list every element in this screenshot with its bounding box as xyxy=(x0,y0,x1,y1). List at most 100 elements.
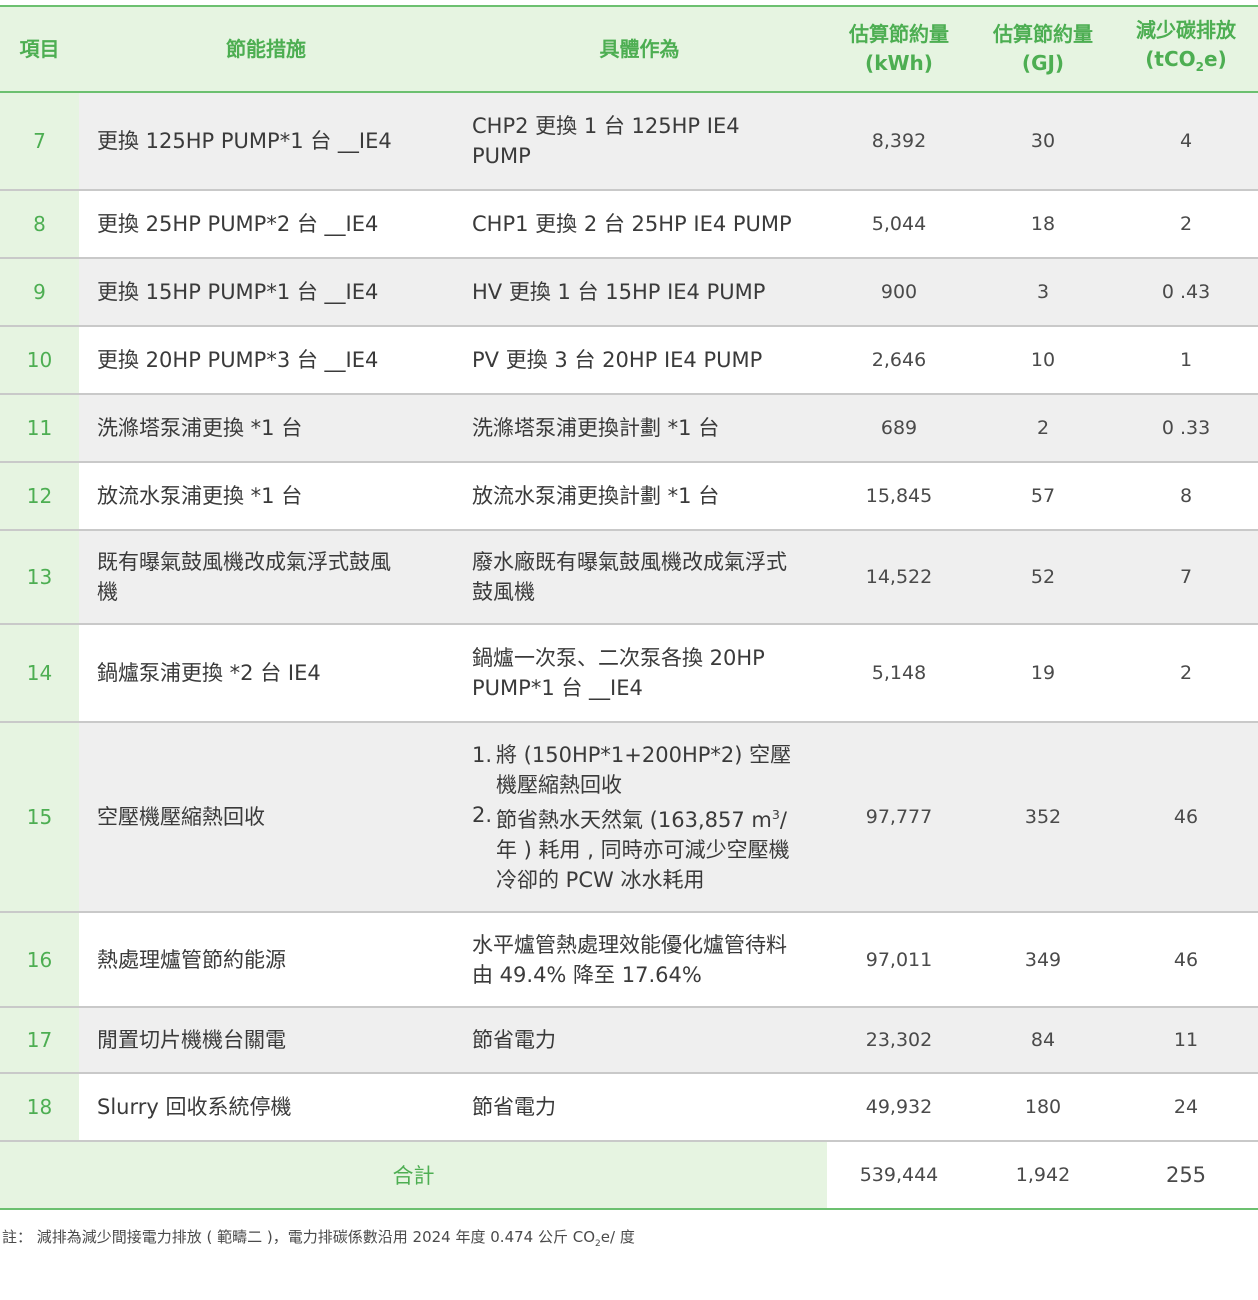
kwh-cell: 97,777 xyxy=(865,806,933,828)
action-cell: 水平爐管熱處理效能優化爐管待料由 49.4% 降至 17.64% xyxy=(472,932,787,987)
row-number: 8 xyxy=(0,191,79,257)
row-number: 16 xyxy=(0,913,79,1006)
gj-cell: 84 xyxy=(1030,1029,1056,1051)
measure-cell: 更換 20HP PUMP*3 台 __IE4 xyxy=(97,348,379,372)
action-cell: CHP1 更換 2 台 25HP IE4 PUMP xyxy=(472,212,792,236)
action-cell: 鍋爐一次泵、二次泵各換 20HP PUMP*1 台 __IE4 xyxy=(472,646,765,700)
row-number: 7 xyxy=(0,93,79,189)
header-co2: 減少碳排放 (tCO2e) xyxy=(1136,18,1236,74)
gj-cell: 3 xyxy=(1036,281,1050,303)
measure-cell: 更換 25HP PUMP*2 台 __IE4 xyxy=(97,212,379,236)
gj-cell: 57 xyxy=(1030,485,1056,507)
gj-cell: 30 xyxy=(1030,130,1056,152)
action-cell: 放流水泵浦更換計劃 *1 台 xyxy=(472,484,720,508)
measure-cell: 鍋爐泵浦更換 *2 台 IE4 xyxy=(97,661,321,685)
header-action: 具體作為 xyxy=(599,36,680,61)
table-row: 13 既有曝氣鼓風機改成氣浮式鼓風機 廢水廠既有曝氣鼓風機改成氣浮式鼓風機 14… xyxy=(0,531,1258,625)
row-number: 18 xyxy=(0,1074,79,1140)
table-row: 9 更換 15HP PUMP*1 台 __IE4 HV 更換 1 台 15HP … xyxy=(0,259,1258,327)
measure-cell: 既有曝氣鼓風機改成氣浮式鼓風機 xyxy=(97,550,391,604)
action-cell: 1. 將 (150HP*1+200HP*2) 空壓機壓縮熱回收 2. 節省熱水天… xyxy=(472,723,822,911)
action-list-item: 1. 將 (150HP*1+200HP*2) 空壓機壓縮熱回收 xyxy=(472,742,792,797)
co2-cell: 0 .33 xyxy=(1161,417,1211,439)
table-row: 12 放流水泵浦更換 *1 台 放流水泵浦更換計劃 *1 台 15,845 57… xyxy=(0,463,1258,531)
measure-cell: 更換 15HP PUMP*1 台 __IE4 xyxy=(97,280,379,304)
table-row: 8 更換 25HP PUMP*2 台 __IE4 CHP1 更換 2 台 25H… xyxy=(0,191,1258,259)
gj-cell: 352 xyxy=(1024,806,1062,828)
co2-cell: 1 xyxy=(1179,349,1193,371)
action-list: 1. 將 (150HP*1+200HP*2) 空壓機壓縮熱回收 2. 節省熱水天… xyxy=(472,740,807,895)
co2-cell: 4 xyxy=(1179,130,1193,152)
table-row: 7 更換 125HP PUMP*1 台 __IE4 CHP2 更換 1 台 12… xyxy=(0,93,1258,191)
bottom-rule xyxy=(0,1208,1258,1210)
action-list-item: 2. 節省熱水天然氣 (163,857 m3/年 ) 耗用 , 同時亦可減少空壓… xyxy=(472,802,790,892)
action-cell: 洗滌塔泵浦更換計劃 *1 台 xyxy=(472,416,720,440)
row-number: 12 xyxy=(0,463,79,529)
row-number: 10 xyxy=(0,327,79,393)
table-row: 10 更換 20HP PUMP*3 台 __IE4 PV 更換 3 台 20HP… xyxy=(0,327,1258,395)
header-measure: 節能措施 xyxy=(226,36,306,61)
co2-cell: 7 xyxy=(1179,566,1193,588)
total-row: 合計 539,444 1,942 255 xyxy=(0,1142,1258,1208)
gj-cell: 349 xyxy=(1024,948,1062,971)
action-cell: HV 更換 1 台 15HP IE4 PUMP xyxy=(472,280,766,304)
row-number: 15 xyxy=(0,723,79,911)
action-cell: PV 更換 3 台 20HP IE4 PUMP xyxy=(472,348,763,372)
gj-cell: 19 xyxy=(1030,662,1056,684)
header-gj: 估算節約量 (GJ) xyxy=(993,22,1093,75)
kwh-cell: 14,522 xyxy=(865,566,933,588)
table-row: 14 鍋爐泵浦更換 *2 台 IE4 鍋爐一次泵、二次泵各換 20HP PUMP… xyxy=(0,625,1258,723)
gj-cell: 180 xyxy=(1024,1096,1062,1118)
co2-cell: 0 .43 xyxy=(1161,281,1211,303)
table-row: 18 Slurry 回收系統停機 節省電力 49,932 180 24 xyxy=(0,1074,1258,1142)
kwh-cell: 689 xyxy=(880,417,918,439)
kwh-cell: 8,392 xyxy=(871,130,927,152)
kwh-cell: 5,044 xyxy=(871,213,927,235)
table-row: 16 熱處理爐管節約能源 水平爐管熱處理效能優化爐管待料由 49.4% 降至 1… xyxy=(0,913,1258,1008)
table-row: 17 閒置切片機機台關電 節省電力 23,302 84 11 xyxy=(0,1008,1258,1074)
kwh-cell: 5,148 xyxy=(871,662,927,684)
table-row: 11 洗滌塔泵浦更換 *1 台 洗滌塔泵浦更換計劃 *1 台 689 2 0 .… xyxy=(0,395,1258,463)
kwh-cell: 23,302 xyxy=(865,1029,933,1051)
co2-cell: 11 xyxy=(1173,1029,1199,1051)
co2-cell: 8 xyxy=(1179,485,1193,507)
gj-cell: 52 xyxy=(1030,566,1056,588)
table-row: 15 空壓機壓縮熱回收 1. 將 (150HP*1+200HP*2) 空壓機壓縮… xyxy=(0,723,1258,913)
measure-cell: 放流水泵浦更換 *1 台 xyxy=(97,484,303,508)
row-number: 9 xyxy=(0,259,79,325)
measure-cell: 閒置切片機機台關電 xyxy=(97,1028,286,1052)
kwh-cell: 97,011 xyxy=(865,948,933,971)
action-cell: 廢水廠既有曝氣鼓風機改成氣浮式鼓風機 xyxy=(472,550,787,604)
gj-cell: 2 xyxy=(1036,417,1050,439)
measure-cell: 空壓機壓縮熱回收 xyxy=(97,805,265,829)
action-cell: CHP2 更換 1 台 125HP IE4 PUMP xyxy=(472,114,740,168)
co2-cell: 2 xyxy=(1179,662,1193,684)
measure-cell: 熱處理爐管節約能源 xyxy=(97,947,286,972)
action-cell: 節省電力 xyxy=(472,1095,556,1119)
co2-cell: 46 xyxy=(1173,806,1199,828)
kwh-cell: 900 xyxy=(880,281,918,303)
kwh-cell: 2,646 xyxy=(871,349,927,371)
footnote: 註： 減排為減少間接電力排放 ( 範疇二 )，電力排碳係數沿用 2024 年度 … xyxy=(2,1228,635,1249)
total-gj: 1,942 xyxy=(1015,1164,1071,1186)
row-number: 17 xyxy=(0,1008,79,1072)
row-number: 11 xyxy=(0,395,79,461)
gj-cell: 18 xyxy=(1030,213,1056,235)
gj-cell: 10 xyxy=(1030,349,1056,371)
co2-cell: 2 xyxy=(1179,213,1193,235)
total-label: 合計 xyxy=(0,1142,827,1208)
kwh-cell: 49,932 xyxy=(865,1096,933,1118)
action-cell: 節省電力 xyxy=(472,1028,556,1052)
row-number: 13 xyxy=(0,531,79,623)
total-kwh: 539,444 xyxy=(859,1164,939,1186)
header-item: 項目 xyxy=(19,36,60,61)
total-co2: 255 xyxy=(1165,1163,1207,1187)
measure-cell: 洗滌塔泵浦更換 *1 台 xyxy=(97,416,303,440)
table-header: 項目 節能措施 具體作為 估算節約量 (kWh) 估算節約量 (GJ) 減少碳排放(… xyxy=(0,7,1258,91)
measure-cell: Slurry 回收系統停機 xyxy=(97,1095,292,1119)
kwh-cell: 15,845 xyxy=(865,485,933,507)
measure-cell: 更換 125HP PUMP*1 台 __IE4 xyxy=(97,129,392,153)
header-kwh: 估算節約量 (kWh) xyxy=(849,22,949,75)
co2-cell: 46 xyxy=(1173,948,1199,971)
row-number: 14 xyxy=(0,625,79,721)
